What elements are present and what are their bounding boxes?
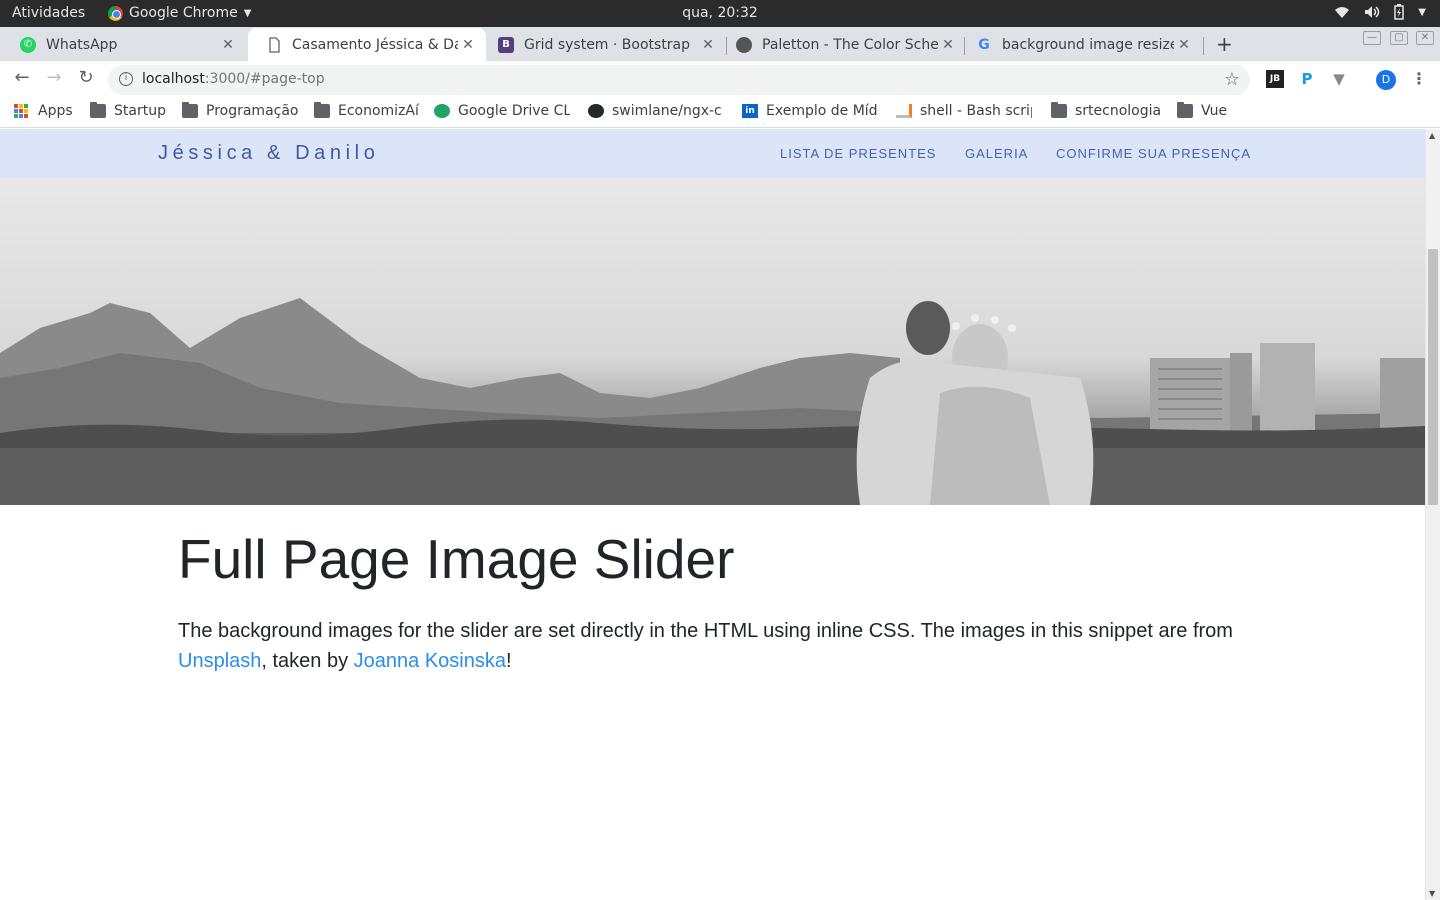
reload-button[interactable]: ↻ [74,67,98,88]
site-navbar: Jéssica & Danilo LISTA DE PRESENTES GALE… [0,129,1425,178]
bootstrap-icon: B [498,36,514,53]
browser-toolbar: ← → ↻ i localhost:3000/#page-top ☆ JB P … [0,61,1440,98]
tab-whatsapp[interactable]: ✆ WhatsApp ✕ [2,28,246,61]
page-viewport: Jéssica & Danilo LISTA DE PRESENTES GALE… [0,129,1440,900]
clock[interactable]: qua, 20:32 [0,5,1440,21]
github-icon [588,104,604,118]
lead-text: ! [506,650,512,672]
bookmark-label: Programação [206,103,299,119]
bookmark-shell-bash[interactable]: shell - Bash scrip [896,103,1032,119]
close-window-button[interactable]: ✕ [1416,31,1434,45]
bookmark-apps[interactable]: Apps [14,103,73,119]
bookmark-label: shell - Bash scrip [920,103,1032,119]
chevron-down-icon: ▼ [1418,6,1426,18]
tab-title: Paletton - The Color Scher [762,36,938,53]
paletton-icon [736,36,752,53]
page-title: Full Page Image Slider [178,528,735,590]
address-bar[interactable]: i localhost:3000/#page-top ☆ [108,65,1250,95]
os-top-panel: Atividades Google Chrome ▼ qua, 20:32 ▼ [0,0,1440,27]
nav-lista-de-presentes[interactable]: LISTA DE PRESENTES [780,146,936,161]
unsplash-link[interactable]: Unsplash [178,650,261,672]
jetbrains-extension-icon[interactable]: JB [1266,70,1284,88]
close-icon[interactable]: ✕ [458,37,478,53]
stackoverflow-icon [896,104,912,118]
bookmark-label: srtecnologia [1075,103,1162,119]
lead-text: , taken by [261,650,354,672]
folder-icon [182,102,198,118]
close-icon[interactable]: ✕ [1174,37,1194,53]
bookmark-star-icon[interactable]: ☆ [1224,69,1240,90]
bookmarks-bar: Apps Startup Programação EconomizAí Goog… [0,98,1440,128]
tab-title: Grid system · Bootstrap [524,36,691,53]
tab-bootstrap[interactable]: B Grid system · Bootstrap ✕ [480,28,726,61]
close-icon[interactable]: ✕ [698,37,718,53]
new-tab-button[interactable]: + [1216,32,1233,56]
bookmark-folder-vue[interactable]: Vue [1177,102,1228,119]
folder-icon [314,102,330,118]
bookmark-label: Apps [38,103,73,119]
maximize-button[interactable]: ▢ [1390,31,1408,45]
system-tray[interactable]: ▼ [1334,4,1426,20]
lead-paragraph: The background images for the slider are… [178,616,1258,676]
tab-google-search[interactable]: G background image resize ✕ [958,28,1202,61]
bookmark-exemplo-midia[interactable]: in Exemplo de Mídi [742,103,878,119]
minimize-button[interactable]: — [1363,31,1381,45]
linkedin-icon: in [742,104,758,118]
tab-title: Casamento Jéssica & Dan [292,36,458,53]
nav-confirme-presenca[interactable]: CONFIRME SUA PRESENÇA [1056,146,1251,161]
scroll-down-arrow-icon[interactable]: ▼ [1429,889,1435,898]
hero-landscape-illustration [0,298,1425,505]
page-scrollbar[interactable]: ▲ ▼ [1425,129,1440,900]
bookmark-label: Exemplo de Mídi [766,103,878,119]
pocket-extension-icon[interactable]: P [1298,70,1316,88]
tab-title: background image resize [1002,36,1174,53]
apps-icon [14,104,30,118]
hero-photo [0,178,1425,505]
bookmark-label: swimlane/ngx-c [612,103,722,119]
info-icon[interactable]: i [119,72,133,86]
lead-text: The background images for the slider are… [178,620,1233,642]
site-brand[interactable]: Jéssica & Danilo [158,142,379,165]
volume-icon [1365,6,1380,18]
bookmark-folder-economizai[interactable]: EconomizAí [314,102,419,119]
whatsapp-icon: ✆ [20,36,36,53]
bookmark-label: Startup [114,103,166,119]
bookmark-folder-srtecnologia[interactable]: srtecnologia [1051,102,1162,119]
nav-galeria[interactable]: GALERIA [965,146,1028,161]
close-icon[interactable]: ✕ [938,37,958,53]
tab-casamento[interactable]: Casamento Jéssica & Dan ✕ [248,28,486,61]
scroll-up-arrow-icon[interactable]: ▲ [1429,131,1435,140]
folder-icon [1051,102,1067,118]
bookmark-label: Google Drive CLI [458,103,570,119]
photographer-link[interactable]: Joanna Kosinska [354,650,506,672]
bookmark-ngx-charts[interactable]: swimlane/ngx-c [588,103,724,119]
battery-icon [1394,4,1405,20]
google-icon: G [978,36,990,53]
bookmark-folder-startup[interactable]: Startup [90,102,166,119]
folder-icon [90,102,106,118]
back-button[interactable]: ← [10,67,34,88]
url-text[interactable]: localhost:3000/#page-top [142,71,325,87]
tab-title: WhatsApp [46,36,118,53]
scrollbar-thumb[interactable] [1428,249,1438,505]
wifi-icon [1335,7,1350,18]
bookmark-label: EconomizAí [338,103,419,119]
profile-avatar[interactable]: D [1376,70,1396,90]
forward-button[interactable]: → [42,67,66,88]
bookmark-label: Vue [1201,103,1228,119]
bookmark-folder-programacao[interactable]: Programação [182,102,299,119]
tab-separator [1203,37,1204,55]
vue-devtools-icon[interactable]: ▼ [1330,70,1348,88]
folder-icon [1177,102,1193,118]
drive-icon [434,104,450,118]
close-icon[interactable]: ✕ [218,37,238,53]
page-icon [269,36,280,53]
kebab-menu-icon[interactable]: ⋮ [1410,70,1428,88]
tab-paletton[interactable]: Paletton - The Color Scher ✕ [718,28,966,61]
bookmark-google-drive-cli[interactable]: Google Drive CLI [434,103,570,119]
main-content: Full Page Image Slider The background im… [178,529,1258,676]
